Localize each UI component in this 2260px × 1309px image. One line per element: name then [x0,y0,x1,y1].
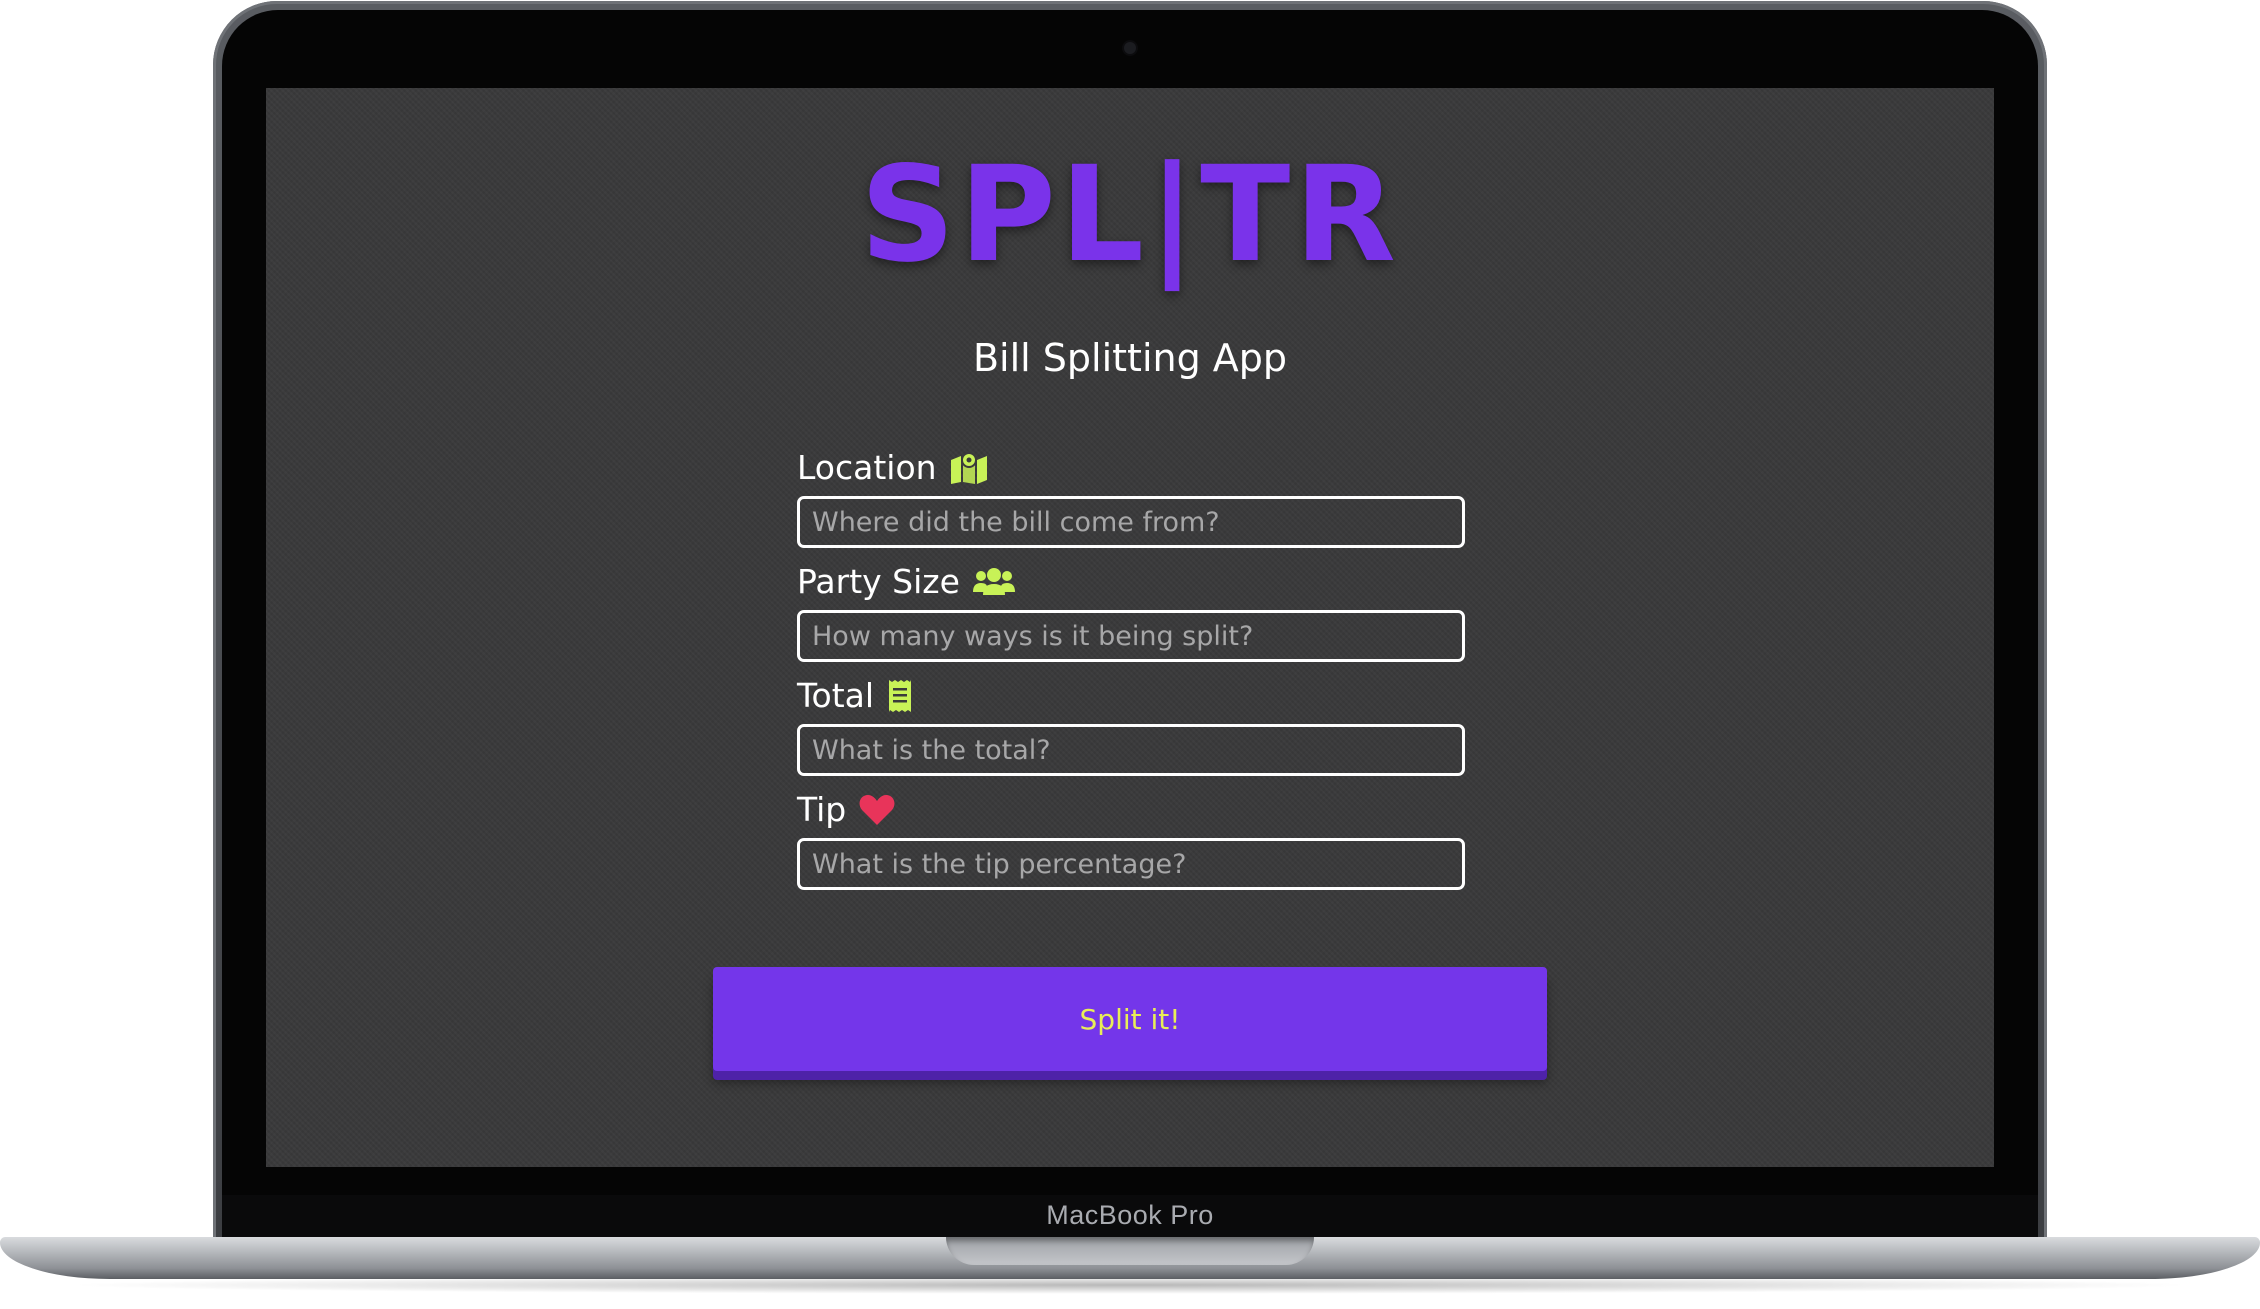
total-input[interactable] [797,724,1465,776]
party-size-input[interactable] [797,610,1465,662]
camera-icon [1124,42,1136,54]
receipt-icon [886,678,914,714]
app-screen: SPL|TR Bill Splitting App Location Where… [266,88,1994,1167]
split-it-button[interactable]: Split it! [713,967,1547,1071]
laptop-brand-label: MacBook Pro [1046,1200,1214,1230]
party-size-label: Party Size [797,562,960,601]
heart-icon [858,792,896,828]
total-label-row: Total [797,676,914,715]
app-logo: SPL|TR [860,138,1400,292]
page-subtitle: Bill Splitting App [972,336,1288,380]
laptop-base-notch [946,1237,1314,1265]
total-label: Total [797,676,875,715]
users-icon [972,564,1016,600]
map-icon [949,450,989,486]
laptop-frame: SPL|TR Bill Splitting App Location Where… [0,0,2260,1309]
location-label: Location [797,448,937,487]
tip-label-row: Tip [797,790,896,829]
tip-input[interactable] [797,838,1465,890]
tip-label: Tip [797,790,847,829]
party-size-label-row: Party Size [797,562,1016,601]
location-input[interactable] [797,496,1465,548]
location-label-row: Location [797,448,989,487]
